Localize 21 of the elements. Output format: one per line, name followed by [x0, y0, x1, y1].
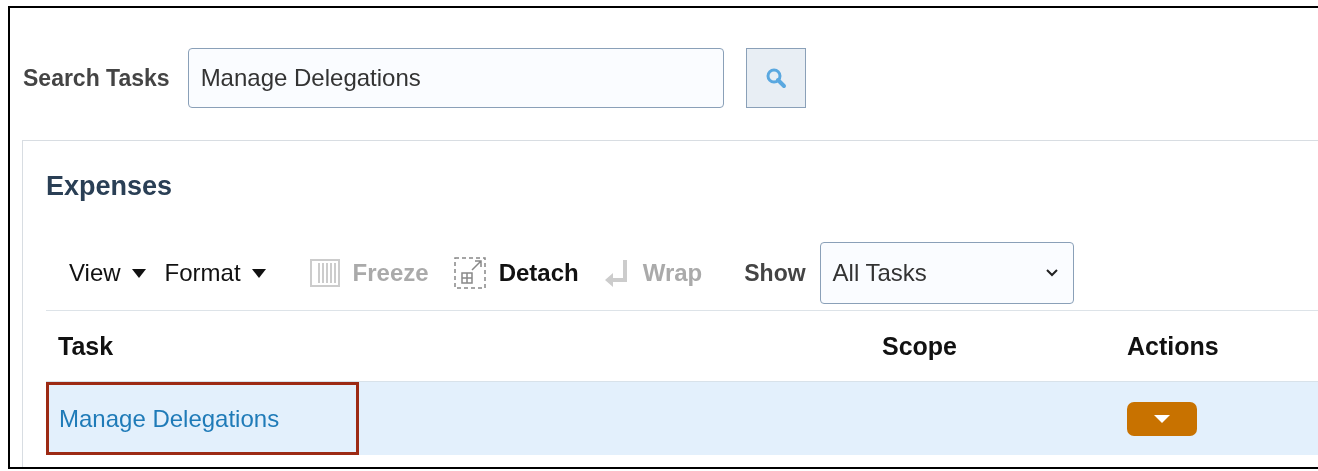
- detach-icon: [452, 256, 487, 290]
- chevron-down-icon: [1044, 268, 1059, 278]
- panel-title: Expenses: [46, 171, 174, 202]
- toolbar-button[interactable]: Detach: [452, 256, 579, 290]
- menu-button[interactable]: View: [69, 259, 147, 287]
- menu-button[interactable]: Format: [164, 259, 267, 287]
- columns-icon: [308, 257, 341, 289]
- task-link[interactable]: Manage Delegations: [59, 404, 280, 433]
- show-dropdown[interactable]: All Tasks: [819, 242, 1074, 304]
- caret-icon: [250, 267, 267, 279]
- column-header: Scope: [881, 331, 959, 361]
- search-button[interactable]: [745, 48, 806, 108]
- caret-icon: [130, 267, 147, 279]
- show-label: Show: [744, 259, 806, 287]
- table-row[interactable]: Manage Delegations: [46, 381, 1318, 455]
- column-header: Task: [57, 331, 115, 361]
- caret-icon: [1153, 413, 1171, 424]
- search-field[interactable]: Manage Delegations: [187, 48, 724, 108]
- column-header: Actions: [1126, 331, 1220, 361]
- actions-button[interactable]: [1127, 401, 1197, 436]
- search-label: Search Tasks: [23, 64, 170, 92]
